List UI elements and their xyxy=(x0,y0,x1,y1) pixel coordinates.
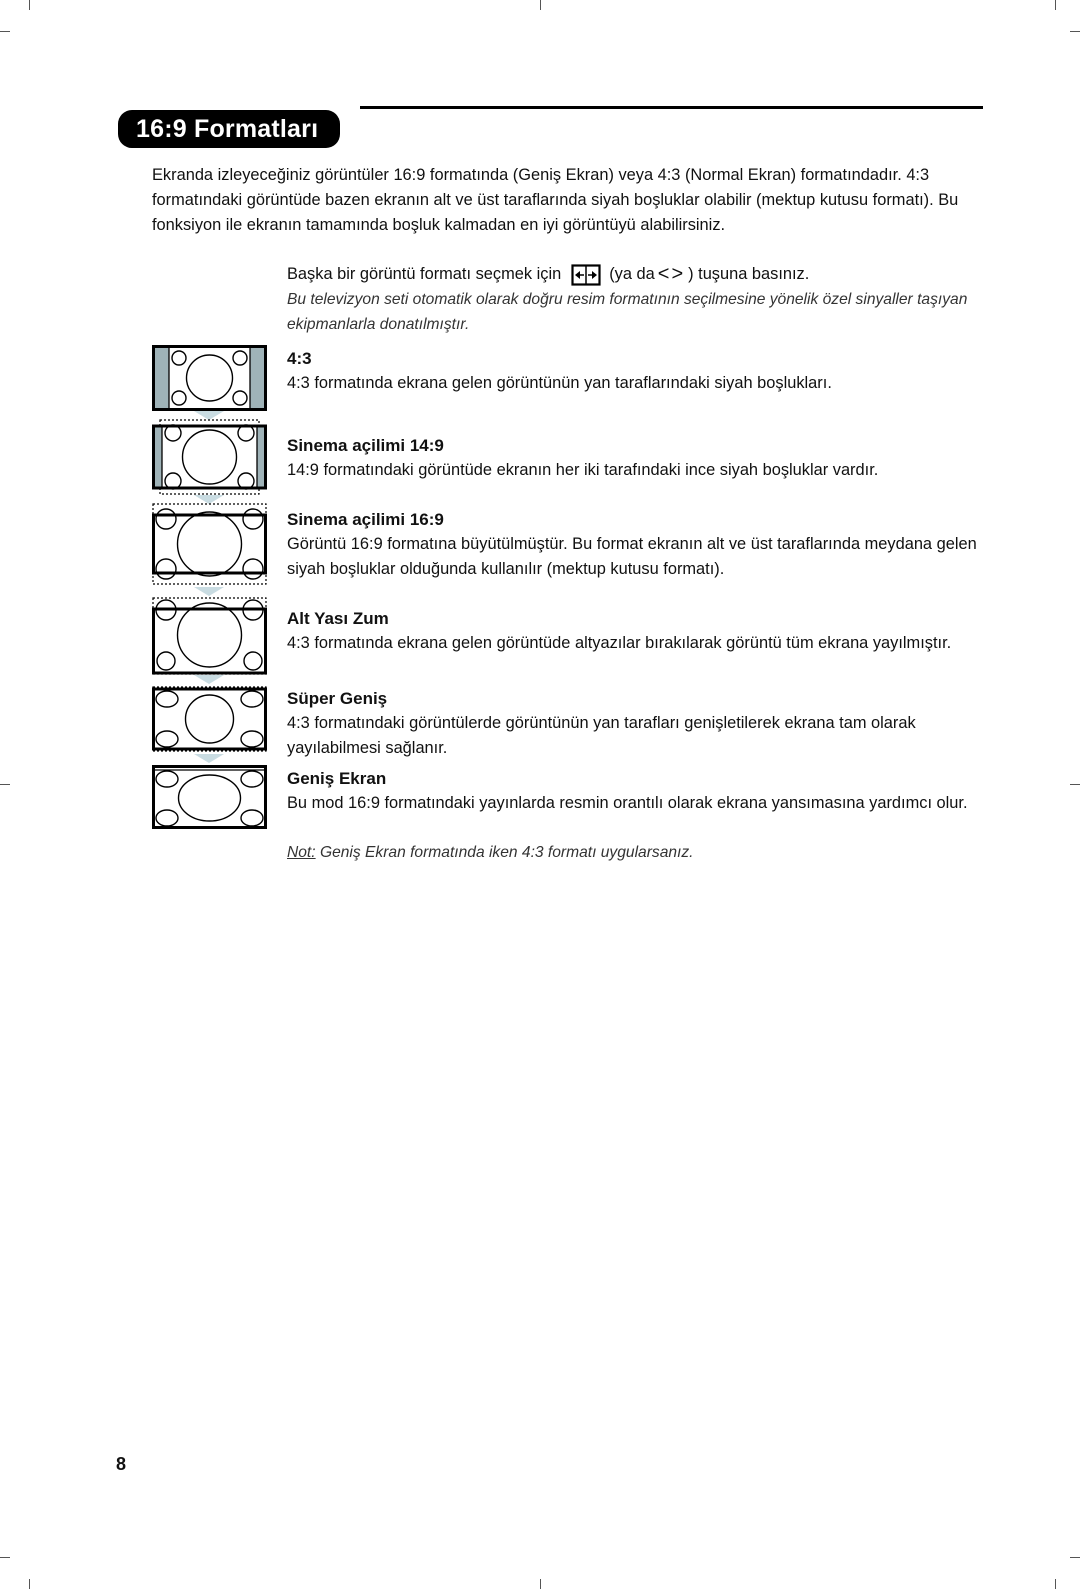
crop-mark xyxy=(1070,1557,1080,1558)
format-entry-4-3: 4:3 4:3 formatında ekrana gelen görüntün… xyxy=(287,346,977,396)
crop-mark xyxy=(0,784,10,785)
format-title: Süper Geniş xyxy=(287,689,388,708)
format-entry-widescreen: Geniş Ekran Bu mod 16:9 formatındaki yay… xyxy=(287,766,977,816)
format-14-9-icon xyxy=(152,419,267,495)
format-description: 14:9 formatındaki görüntüde ekranın her … xyxy=(287,461,879,479)
section-title-text: 16:9 Formatları xyxy=(136,114,319,143)
format-entry-16-9: Sinema açilimi 16:9 Görüntü 16:9 formatı… xyxy=(287,507,977,582)
format-entry-subtitle-zoom: Alt Yası Zum 4:3 formatında ekrana gelen… xyxy=(287,606,977,656)
format-title: Sinema açilimi 16:9 xyxy=(287,510,444,529)
crop-mark xyxy=(0,31,10,32)
note-label: Not: xyxy=(287,844,316,861)
format-description: 4:3 formatındaki görüntülerde görüntünün… xyxy=(287,714,916,757)
format-description: 4:3 formatında ekrana gelen görüntünün y… xyxy=(287,374,832,392)
super-wide-icon xyxy=(152,686,267,752)
format-title: Alt Yası Zum xyxy=(287,609,389,628)
format-title: 4:3 xyxy=(287,349,312,368)
section-title: 16:9 Formatları xyxy=(118,110,341,148)
format-title: Sinema açilimi 14:9 xyxy=(287,436,444,455)
instruction-after: ) tuşuna basınız. xyxy=(688,265,810,283)
crop-mark xyxy=(540,1579,541,1589)
format-entry-14-9: Sinema açilimi 14:9 14:9 formatındaki gö… xyxy=(287,433,977,483)
widescreen-note: Not: Geniş Ekran formatında iken 4:3 for… xyxy=(287,840,694,865)
page-number: 8 xyxy=(116,1454,127,1474)
crop-mark xyxy=(1070,31,1080,32)
widescreen-icon xyxy=(152,765,267,829)
intro-paragraph: Ekranda izleyeceğiniz görüntüler 16:9 fo… xyxy=(152,166,959,234)
format-entry-super-wide: Süper Geniş 4:3 formatındaki görüntülerd… xyxy=(287,686,977,761)
down-arrow-icon xyxy=(194,675,224,684)
crop-mark xyxy=(1055,0,1056,10)
format-key-icon xyxy=(571,263,601,286)
down-arrow-icon xyxy=(194,587,224,596)
auto-format-note: Bu televizyon seti otomatik olarak doğru… xyxy=(287,291,968,333)
crop-mark xyxy=(29,0,30,10)
format-description: Bu mod 16:9 formatındaki yayınlarda resm… xyxy=(287,794,968,812)
left-right-arrows-icon: <> xyxy=(657,263,686,285)
crop-mark xyxy=(0,1557,10,1558)
crop-mark xyxy=(29,1579,30,1589)
format-description: Görüntü 16:9 formatına büyütülmüştür. Bu… xyxy=(287,535,977,578)
down-arrow-icon xyxy=(194,754,224,763)
subtitle-zoom-icon xyxy=(152,597,267,675)
note-text: Geniş Ekran formatında iken 4:3 formatı … xyxy=(315,844,694,861)
crop-mark xyxy=(1055,1579,1056,1589)
instruction-line: Başka bir görüntü formatı seçmek için (y… xyxy=(287,262,809,287)
format-4-3-icon xyxy=(152,345,267,411)
crop-mark xyxy=(540,0,541,10)
crop-mark xyxy=(1070,784,1080,785)
format-16-9-icon xyxy=(152,503,267,585)
instruction-before: Başka bir görüntü formatı seçmek için xyxy=(287,265,562,283)
format-title: Geniş Ekran xyxy=(287,769,387,788)
header-rule xyxy=(360,106,983,109)
format-description: 4:3 formatında ekrana gelen görüntüde al… xyxy=(287,634,952,652)
instruction-middle: (ya da xyxy=(609,265,655,283)
